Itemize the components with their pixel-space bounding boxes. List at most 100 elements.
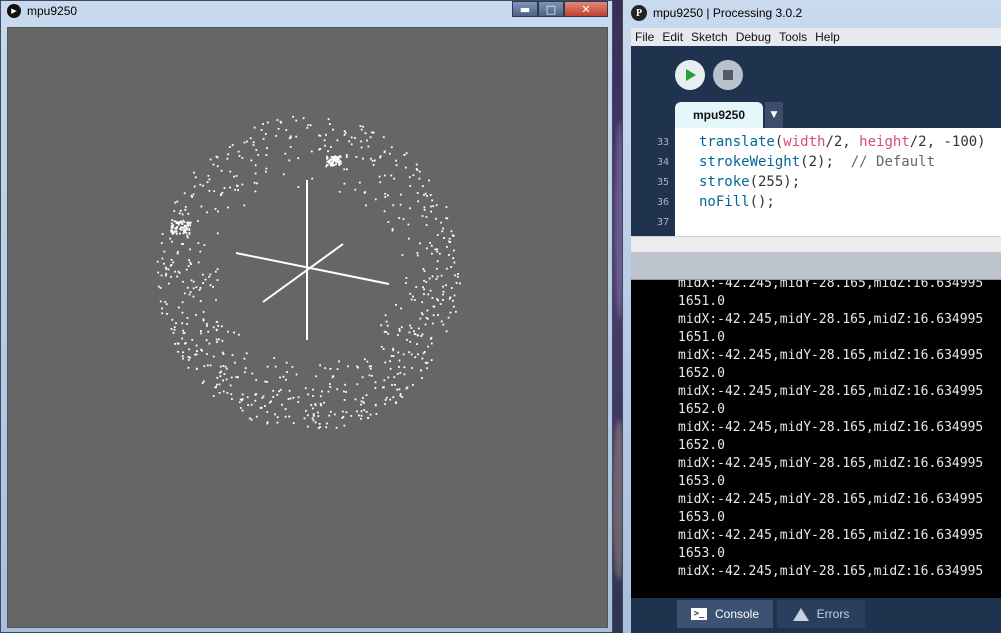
data-point	[291, 366, 294, 368]
data-point	[311, 177, 314, 180]
data-point	[292, 422, 295, 424]
data-point	[392, 204, 395, 207]
data-point	[374, 198, 377, 201]
data-point	[306, 425, 309, 428]
data-point	[384, 399, 387, 401]
code-token: noFill	[699, 194, 750, 210]
editor-status-bar	[631, 252, 1001, 280]
data-point	[243, 141, 246, 144]
close-button[interactable]: ✕	[564, 1, 608, 17]
data-point	[431, 252, 433, 255]
ide-titlebar[interactable]: P mpu9250 | Processing 3.0.2	[623, 0, 1001, 26]
minimize-button[interactable]: ▬	[512, 1, 538, 17]
sketch-canvas[interactable]	[7, 27, 608, 628]
data-point	[255, 415, 258, 418]
menu-file[interactable]: File	[631, 30, 658, 44]
data-point	[182, 329, 184, 332]
data-point	[192, 287, 195, 290]
tab-errors[interactable]: Errors	[777, 600, 865, 628]
data-point	[192, 295, 195, 298]
data-point	[453, 261, 456, 264]
data-point	[405, 282, 407, 284]
data-point	[422, 268, 425, 270]
data-point	[417, 334, 419, 337]
data-point	[382, 136, 385, 139]
data-point	[312, 407, 314, 410]
data-point	[342, 415, 345, 418]
data-point	[225, 378, 228, 381]
menu-sketch[interactable]: Sketch	[687, 30, 732, 44]
data-point	[339, 155, 341, 157]
data-point	[214, 208, 217, 210]
data-point	[222, 365, 225, 367]
data-point	[454, 274, 456, 277]
data-point	[165, 303, 168, 305]
data-point	[262, 123, 264, 125]
data-point	[321, 390, 323, 393]
data-point	[288, 159, 291, 162]
data-point	[329, 368, 332, 370]
data-point	[427, 345, 429, 348]
data-point	[253, 181, 256, 184]
data-point	[265, 154, 268, 156]
data-point	[183, 228, 186, 231]
data-point	[360, 410, 363, 413]
menu-tools[interactable]: Tools	[775, 30, 811, 44]
menu-help[interactable]: Help	[811, 30, 844, 44]
data-point	[163, 250, 166, 253]
data-point	[278, 390, 281, 393]
data-point	[226, 157, 229, 160]
data-point	[420, 369, 422, 372]
data-point	[367, 417, 370, 419]
maximize-button[interactable]: □	[538, 1, 564, 17]
data-point	[223, 373, 226, 375]
data-point	[200, 348, 202, 351]
data-point	[345, 156, 348, 158]
data-point	[173, 326, 176, 329]
console-line: midX:-42.245,midY-28.165,midZ:16.634995	[678, 492, 984, 507]
data-point	[221, 191, 224, 194]
data-point	[365, 411, 368, 413]
data-point	[188, 348, 190, 351]
tab-console[interactable]: >_ Console	[677, 600, 773, 628]
editor-horizontal-scrollbar[interactable]	[631, 236, 1001, 252]
data-point	[199, 287, 202, 289]
data-point	[382, 348, 385, 350]
axis-line-horizontal	[235, 252, 390, 285]
run-button[interactable]	[675, 60, 705, 90]
code-editor[interactable]: 33 34 35 36 37 translate(width/2, height/2, …	[631, 128, 1001, 236]
data-point	[417, 200, 419, 203]
data-point	[230, 376, 233, 379]
toolbar	[631, 46, 1001, 102]
data-point	[170, 275, 172, 278]
console-output[interactable]: midX:-42.245,midY-28.165,midZ:16.634995 1…	[631, 280, 1001, 598]
tab-menu-button[interactable]: ▼	[765, 102, 783, 128]
data-point	[231, 144, 234, 146]
data-point	[405, 387, 408, 390]
data-point	[437, 299, 439, 302]
data-point	[170, 230, 173, 233]
data-point	[392, 347, 394, 350]
data-point	[419, 242, 421, 245]
stop-button[interactable]	[713, 60, 743, 90]
data-point	[455, 310, 457, 313]
data-point	[163, 262, 165, 265]
code-line: noFill();	[699, 194, 775, 210]
data-point	[398, 388, 401, 391]
data-point	[222, 379, 224, 382]
sketch-titlebar[interactable]: ▶ mpu9250 ▬ □ ✕	[1, 1, 612, 21]
data-point	[380, 324, 383, 327]
data-point	[346, 168, 348, 171]
data-point	[233, 175, 235, 178]
data-point	[345, 411, 348, 414]
menu-debug[interactable]: Debug	[732, 30, 775, 44]
code-token: (255);	[749, 174, 801, 190]
data-point	[265, 170, 267, 173]
data-point	[436, 267, 438, 270]
data-point	[171, 219, 174, 222]
data-point	[209, 273, 212, 276]
tab-mpu9250[interactable]: mpu9250	[675, 102, 763, 128]
data-point	[328, 123, 331, 125]
data-point	[440, 274, 443, 277]
menu-edit[interactable]: Edit	[658, 30, 687, 44]
